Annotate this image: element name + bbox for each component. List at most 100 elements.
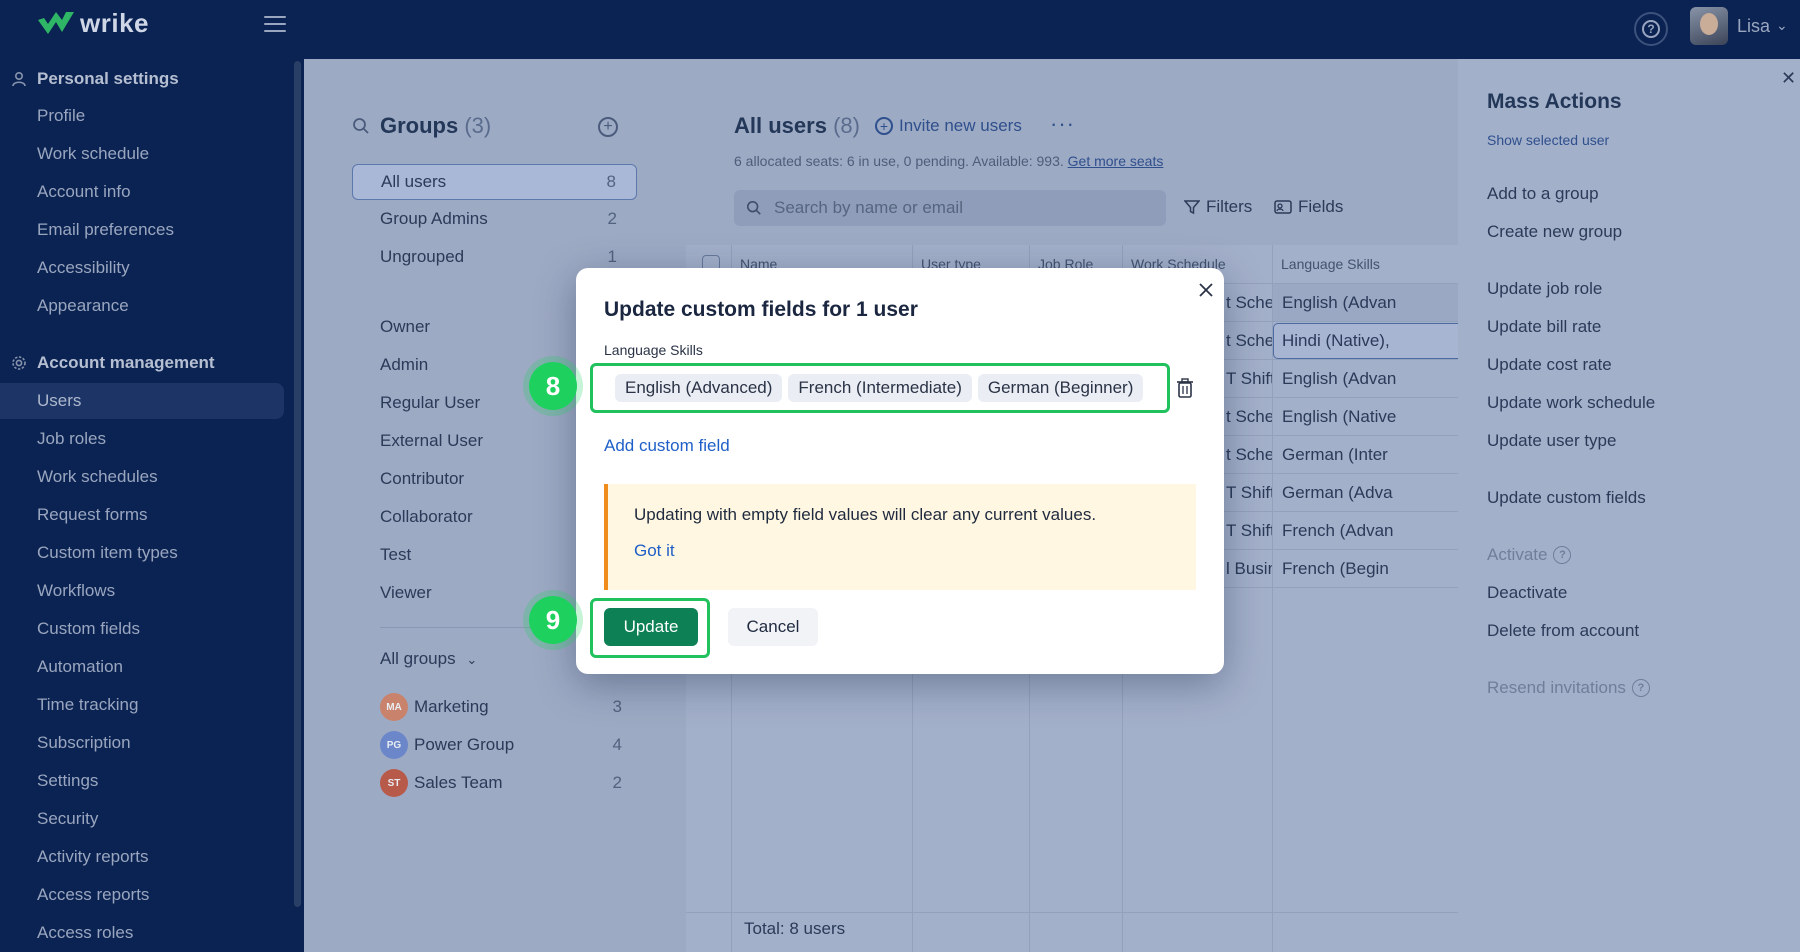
sidebar-item-activity-reports[interactable]: Activity reports	[0, 839, 284, 875]
sidebar-item-work-schedule[interactable]: Work schedule	[0, 136, 284, 172]
sidebar-item-job-roles[interactable]: Job roles	[0, 421, 284, 457]
group-item-label: All users	[381, 172, 447, 191]
sidebar-item-automation[interactable]: Automation	[0, 649, 284, 685]
add-custom-field-link[interactable]: Add custom field	[604, 436, 730, 456]
invite-users-button[interactable]: + Invite new users	[875, 116, 1022, 136]
column-header-language-skills[interactable]: Language Skills	[1272, 245, 1380, 283]
person-icon	[10, 70, 28, 88]
close-icon[interactable]: ✕	[1781, 68, 1796, 89]
group-item-group-admins[interactable]: Group Admins 2	[352, 201, 637, 237]
tag-german-beginner[interactable]: German (Beginner)	[977, 374, 1144, 402]
action-add-to-group[interactable]: Add to a group	[1487, 184, 1599, 204]
action-create-new-group[interactable]: Create new group	[1487, 222, 1622, 242]
mass-actions-title: Mass Actions	[1487, 90, 1622, 113]
language-skills-field[interactable]: English (Advanced) French (Intermediate)…	[590, 363, 1170, 413]
question-icon[interactable]: ?	[1553, 546, 1572, 564]
sidebar-item-custom-item-types[interactable]: Custom item types	[0, 535, 284, 571]
avatar[interactable]	[1690, 7, 1728, 45]
sidebar-item-workflows[interactable]: Workflows	[0, 573, 284, 609]
seats-text: 6 allocated seats: 6 in use, 0 pending. …	[734, 153, 1064, 169]
group-item-count: 8	[606, 172, 616, 191]
get-more-seats-link[interactable]: Get more seats	[1068, 153, 1164, 169]
search-icon[interactable]	[352, 117, 370, 135]
sidebar-item-request-forms[interactable]: Request forms	[0, 497, 284, 533]
chevron-down-icon[interactable]: ⌄	[1776, 17, 1788, 34]
add-group-icon[interactable]: +	[598, 117, 618, 137]
show-selected-user-link[interactable]: Show selected user	[1487, 132, 1609, 148]
sidebar-item-security[interactable]: Security	[0, 801, 284, 837]
more-options-icon[interactable]: ···	[1050, 111, 1075, 137]
sidebar-item-accessibility[interactable]: Accessibility	[0, 250, 284, 286]
role-test[interactable]: Test	[380, 545, 411, 565]
group-badge: MA	[380, 693, 408, 721]
close-icon[interactable]	[1196, 280, 1216, 300]
sidebar-item-custom-fields[interactable]: Custom fields	[0, 611, 284, 647]
sidebar-item-access-reports[interactable]: Access reports	[0, 877, 284, 913]
role-contributor[interactable]: Contributor	[380, 469, 464, 489]
brand-name: wrike	[80, 7, 149, 38]
role-external-user[interactable]: External User	[380, 431, 483, 451]
field-label-language-skills: Language Skills	[604, 342, 703, 358]
cancel-button[interactable]: Cancel	[728, 608, 818, 646]
group-item-count: 2	[607, 209, 617, 228]
top-bar: wrike ? Lisa ⌄	[0, 0, 1800, 59]
role-owner[interactable]: Owner	[380, 317, 430, 337]
schedule-cell: t Schedule	[1226, 407, 1272, 426]
sidebar-item-email-preferences[interactable]: Email preferences	[0, 212, 284, 248]
group-power-group[interactable]: PG Power Group 4	[380, 731, 622, 759]
fields-button[interactable]: Fields	[1274, 197, 1343, 217]
filters-label: Filters	[1206, 197, 1253, 216]
section-account-management: Account management	[10, 353, 215, 373]
sidebar-item-work-schedules[interactable]: Work schedules	[0, 459, 284, 495]
wrike-logo[interactable]: wrike	[36, 8, 149, 38]
user-name[interactable]: Lisa	[1737, 16, 1770, 37]
sidebar-item-users[interactable]: Users	[0, 383, 284, 419]
help-button[interactable]: ?	[1634, 12, 1668, 46]
role-admin[interactable]: Admin	[380, 355, 428, 375]
group-sales-team[interactable]: ST Sales Team 2	[380, 769, 622, 797]
sidebar-item-subscription[interactable]: Subscription	[0, 725, 284, 761]
resend-label: Resend invitations	[1487, 678, 1626, 697]
search-input[interactable]: Search by name or email	[734, 190, 1166, 226]
groups-title: Groups (3)	[380, 113, 491, 139]
role-regular-user[interactable]: Regular User	[380, 393, 480, 413]
sidebar-item-appearance[interactable]: Appearance	[0, 288, 284, 324]
tag-english-advanced[interactable]: English (Advanced)	[615, 374, 783, 402]
group-item-count: 1	[607, 247, 617, 266]
schedule-cell: l Business H...	[1226, 559, 1272, 578]
action-delete-from-account[interactable]: Delete from account	[1487, 621, 1639, 641]
group-badge: ST	[380, 769, 408, 797]
schedule-cell: T Shift	[1226, 521, 1272, 540]
sidebar-item-profile[interactable]: Profile	[0, 98, 284, 134]
group-marketing[interactable]: MA Marketing 3	[380, 693, 622, 721]
action-update-bill-rate[interactable]: Update bill rate	[1487, 317, 1601, 337]
sidebar-item-account-info[interactable]: Account info	[0, 174, 284, 210]
sidebar-item-access-roles[interactable]: Access roles	[0, 915, 284, 951]
sidebar-item-time-tracking[interactable]: Time tracking	[0, 687, 284, 723]
language-cell: German (Adva	[1282, 483, 1393, 502]
action-update-job-role[interactable]: Update job role	[1487, 279, 1602, 299]
action-update-user-type[interactable]: Update user type	[1487, 431, 1616, 451]
question-icon[interactable]: ?	[1631, 679, 1650, 697]
tag-french-intermediate[interactable]: French (Intermediate)	[788, 374, 972, 402]
action-update-cost-rate[interactable]: Update cost rate	[1487, 355, 1612, 375]
action-update-custom-fields[interactable]: Update custom fields	[1487, 488, 1646, 508]
sidebar-scrollbar[interactable]	[294, 61, 301, 907]
filters-button[interactable]: Filters	[1184, 197, 1252, 217]
got-it-link[interactable]: Got it	[634, 541, 675, 561]
sidebar-item-settings[interactable]: Settings	[0, 763, 284, 799]
group-count: 3	[612, 697, 622, 716]
fields-icon	[1274, 200, 1292, 214]
role-viewer[interactable]: Viewer	[380, 583, 432, 603]
language-cell: German (Inter	[1282, 445, 1388, 464]
schedule-cell: t Schedule	[1226, 445, 1272, 464]
action-update-work-schedule[interactable]: Update work schedule	[1487, 393, 1655, 413]
action-deactivate[interactable]: Deactivate	[1487, 583, 1567, 603]
role-collaborator[interactable]: Collaborator	[380, 507, 473, 527]
plus-circle-icon: +	[875, 117, 893, 135]
menu-toggle-icon[interactable]	[264, 16, 286, 34]
group-item-all-users[interactable]: All users 8	[352, 164, 637, 200]
update-button[interactable]: Update	[604, 608, 698, 646]
all-groups-dropdown[interactable]: All groups ⌄	[380, 649, 477, 669]
trash-icon[interactable]	[1176, 377, 1194, 399]
